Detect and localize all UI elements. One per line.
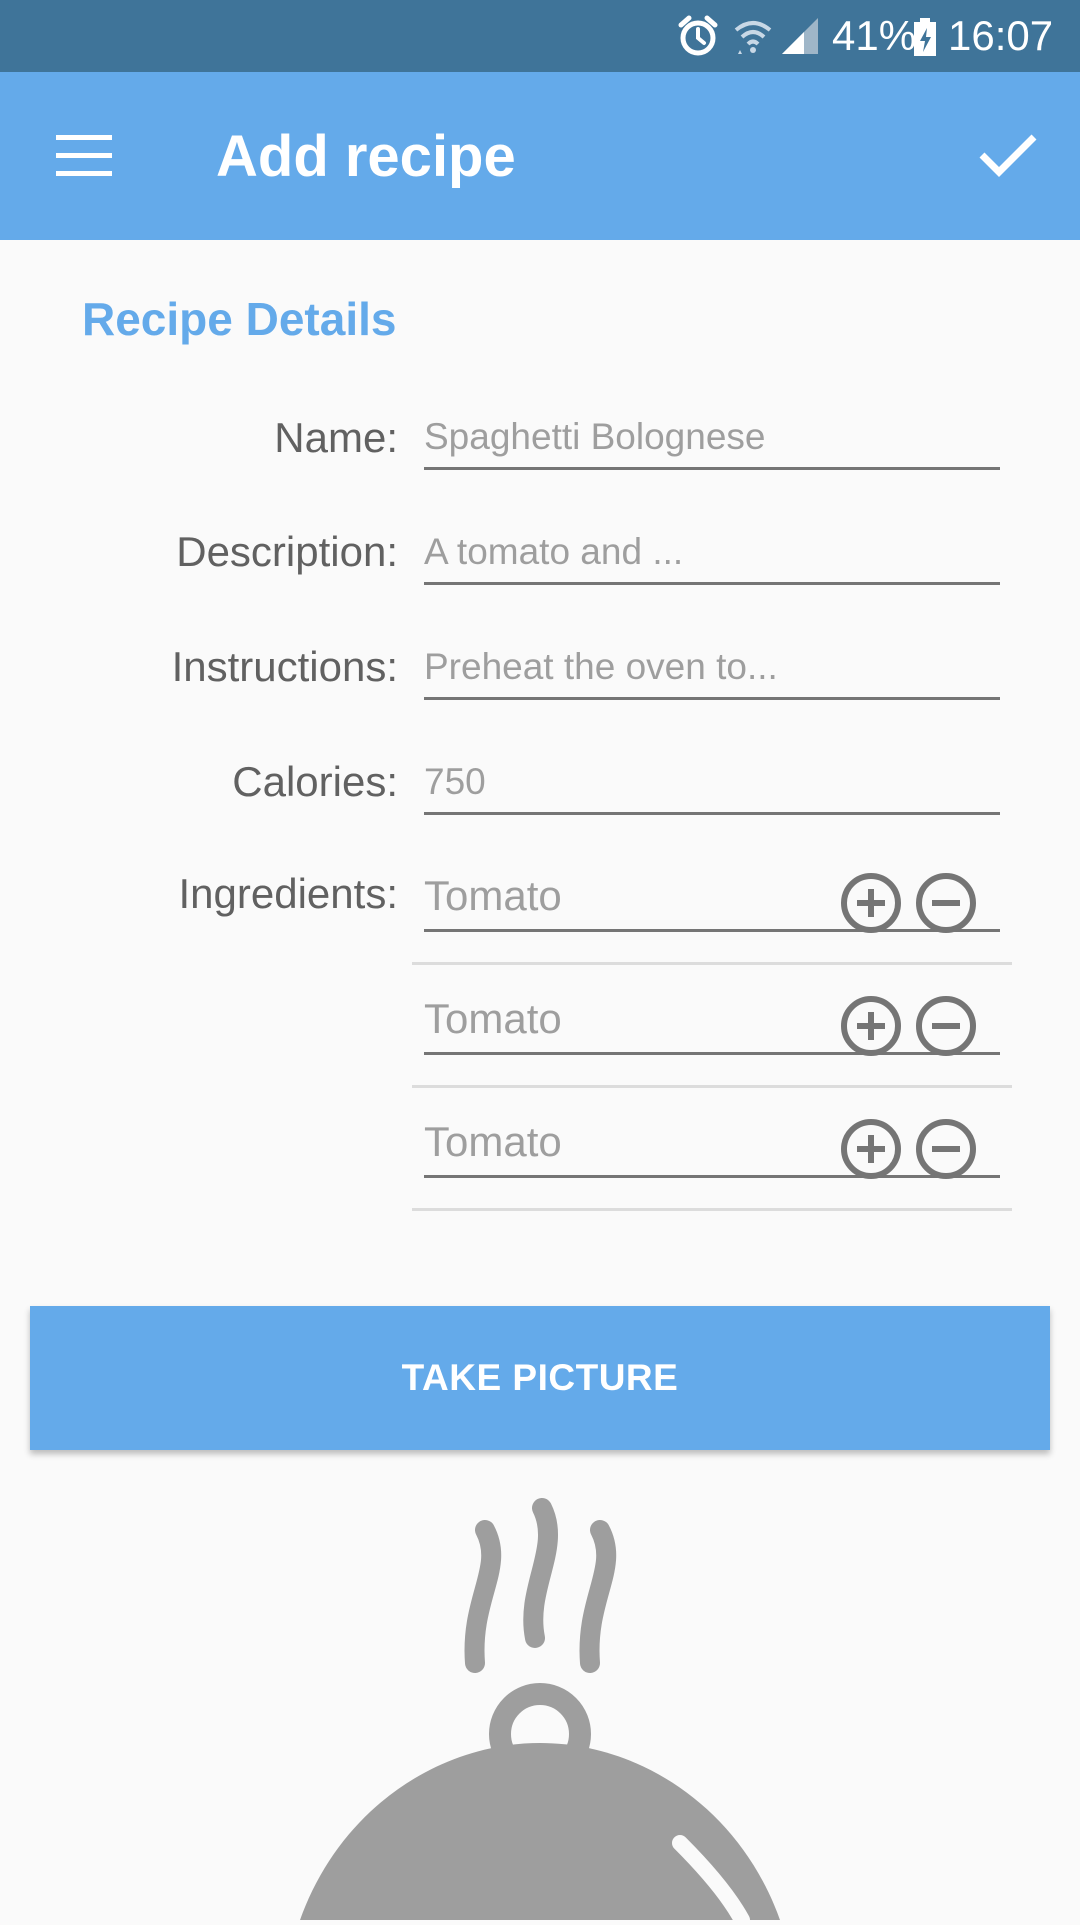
remove-ingredient-button[interactable] xyxy=(915,872,977,934)
ingredient-row: Tomato xyxy=(412,842,1012,965)
calories-label: Calories: xyxy=(232,758,398,805)
menu-icon[interactable] xyxy=(56,135,112,177)
add-ingredient-button[interactable] xyxy=(840,1118,902,1180)
wifi-icon xyxy=(732,0,774,72)
battery-icon xyxy=(912,0,938,72)
battery-percent: 41% xyxy=(832,12,917,59)
clock: 16:07 xyxy=(948,12,1054,59)
section-title: Recipe Details xyxy=(82,293,397,345)
signal-icon xyxy=(780,0,820,72)
description-field[interactable]: A tomato and ... xyxy=(424,521,1000,585)
add-ingredient-button[interactable] xyxy=(840,995,902,1057)
alarm-icon xyxy=(676,0,720,72)
food-cloche-icon xyxy=(280,1488,800,1925)
status-bar: 41% 16:07 xyxy=(0,0,1080,72)
add-ingredient-button[interactable] xyxy=(840,872,902,934)
remove-ingredient-button[interactable] xyxy=(915,1118,977,1180)
ingredient-input[interactable]: Tomato xyxy=(424,862,1000,932)
ingredient-input[interactable]: Tomato xyxy=(424,1108,1000,1178)
take-picture-button[interactable]: TAKE PICTURE xyxy=(30,1306,1050,1450)
instructions-label: Instructions: xyxy=(171,643,398,690)
remove-ingredient-button[interactable] xyxy=(915,995,977,1057)
page-title: Add recipe xyxy=(216,123,516,189)
ingredients-label: Ingredients: xyxy=(178,870,398,917)
name-field[interactable]: Spaghetti Bolognese xyxy=(424,406,1000,470)
calories-field[interactable]: 750 xyxy=(424,751,1000,815)
instructions-field[interactable]: Preheat the oven to... xyxy=(424,636,1000,700)
ingredient-row: Tomato xyxy=(412,1088,1012,1211)
ingredient-input[interactable]: Tomato xyxy=(424,985,1000,1055)
app-bar: Add recipe xyxy=(0,72,1080,240)
name-label: Name: xyxy=(274,414,398,461)
ingredient-row: Tomato xyxy=(412,965,1012,1088)
description-label: Description: xyxy=(176,528,398,575)
check-icon[interactable] xyxy=(978,129,1038,181)
